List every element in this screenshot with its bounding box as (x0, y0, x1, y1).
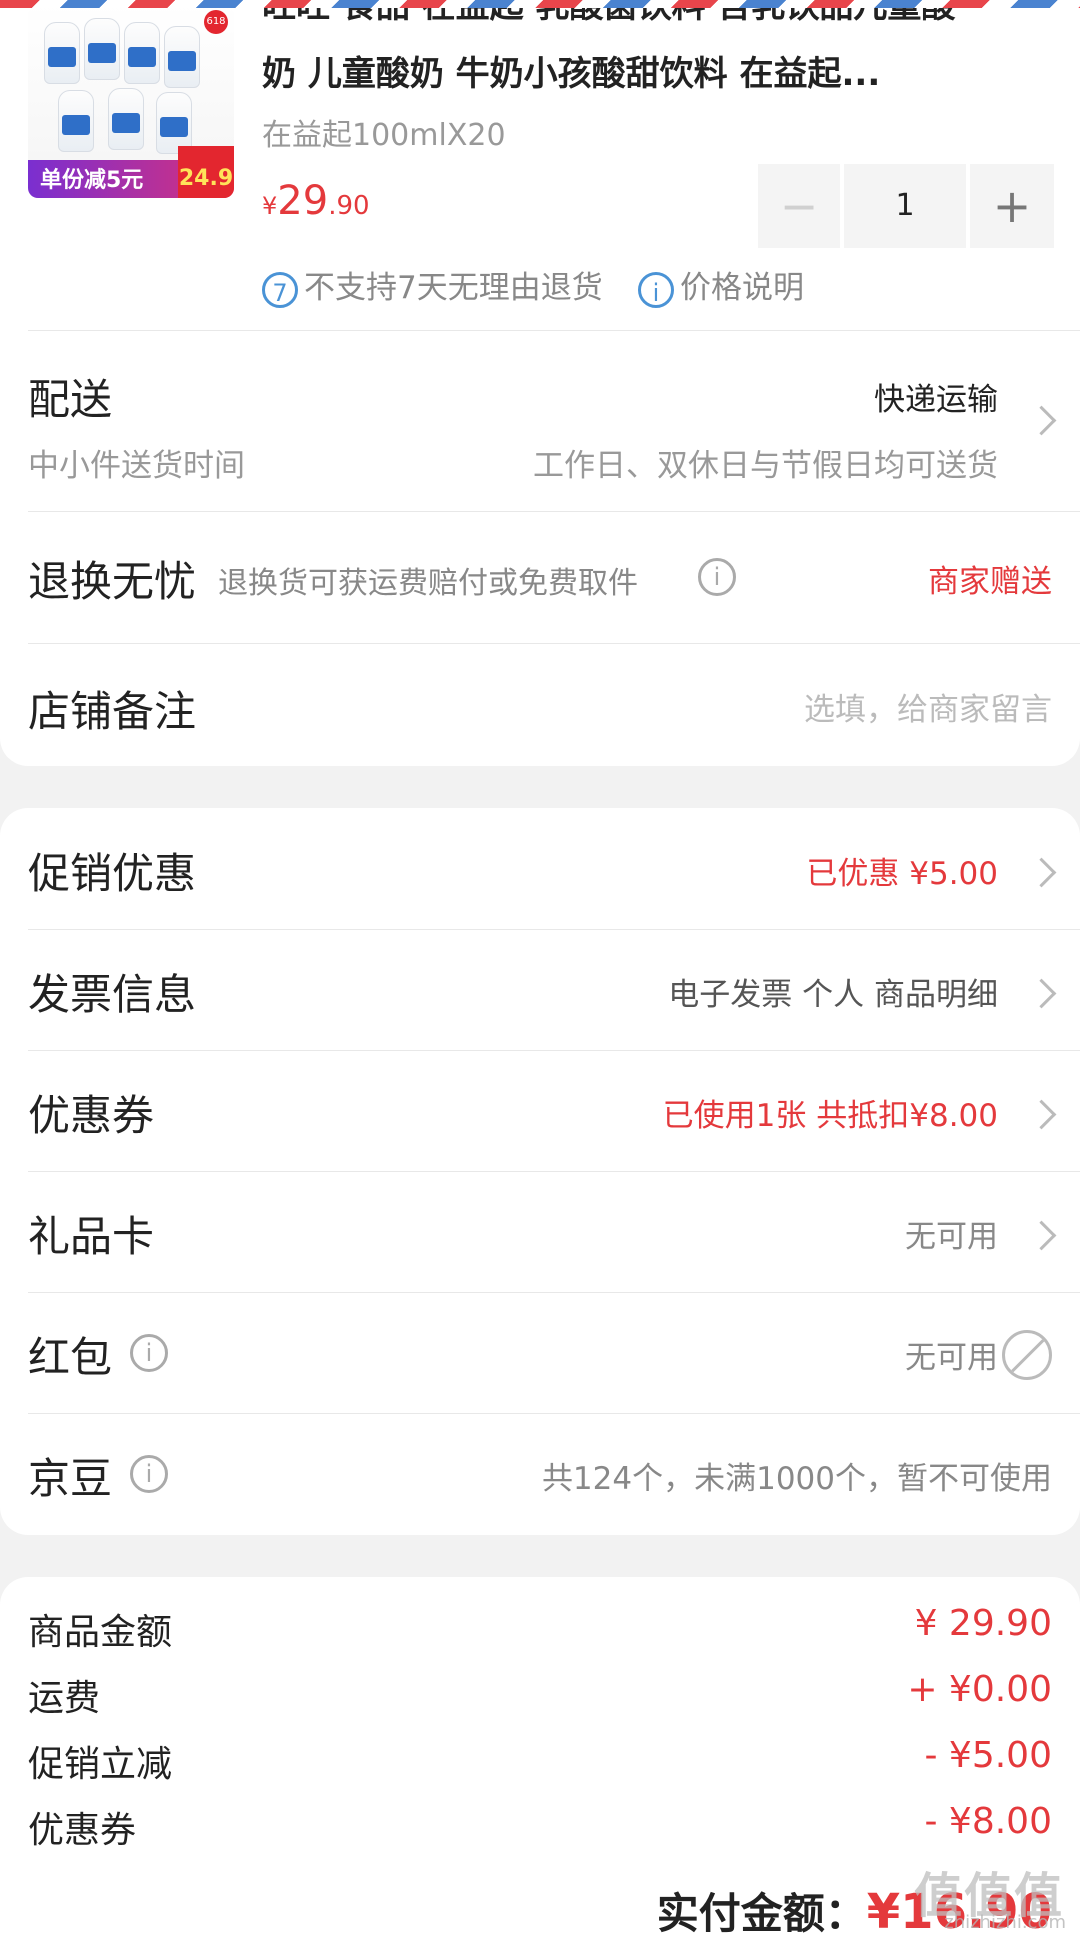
product-title[interactable]: 旺旺 食品 在益起 乳酸菌饮料 含乳饮品儿童酸 奶 儿童酸奶 牛奶小孩酸甜饮料 … (262, 0, 1052, 110)
promotion-value: 已优惠 ¥5.00 (806, 856, 998, 892)
promo-text: 单份减5元 (40, 168, 144, 193)
product-spec: 在益起100mlX20 (262, 118, 506, 153)
coupon-discount-label: 优惠券 (28, 1810, 137, 1851)
coupon-discount-value: - ¥8.00 (924, 1801, 1053, 1842)
increase-button[interactable]: + (970, 164, 1054, 248)
chevron-right-icon (1026, 1099, 1057, 1130)
chevron-right-icon (1026, 857, 1057, 888)
quantity-stepper[interactable]: − 1 + (758, 164, 1054, 248)
freight-label: 运费 (28, 1678, 101, 1719)
divider (28, 1171, 1080, 1172)
options-card: 促销优惠 已优惠 ¥5.00 发票信息 电子发票 个人 商品明细 优惠券 已使用… (0, 808, 1080, 1535)
price-explain-text: 价格说明 (680, 270, 804, 306)
redpacket-label: 红包 (28, 1333, 113, 1382)
total-label: 实付金额： (656, 1889, 867, 1938)
redpacket-value: 无可用 (905, 1340, 998, 1376)
promo-discount-label: 促销立减 (28, 1744, 173, 1785)
divider (28, 330, 1080, 331)
product-title-line2: 奶 儿童酸奶 牛奶小孩酸甜饮料 在益起... (262, 54, 881, 94)
price-explain-link[interactable]: i 价格说明 (638, 268, 804, 308)
divider (28, 511, 1080, 512)
event-badge: 618 (204, 10, 228, 34)
delivery-time-label: 中小件送货时间 (28, 448, 245, 484)
remark-label: 店铺备注 (28, 687, 197, 736)
decrease-button[interactable]: − (758, 164, 840, 248)
divider (28, 1050, 1080, 1051)
coupon-value: 已使用1张 共抵扣¥8.00 (662, 1098, 998, 1134)
giftcard-value: 无可用 (905, 1219, 998, 1255)
info-icon[interactable]: i (130, 1455, 168, 1493)
return-label: 退换无忧 (28, 557, 197, 606)
no-return-text: 不支持7天无理由退货 (304, 270, 603, 306)
chevron-right-icon (1026, 405, 1057, 436)
promotion-label: 促销优惠 (28, 849, 197, 898)
price-integer: 29 (277, 178, 329, 224)
freight-value: + ¥0.00 (907, 1669, 1052, 1710)
divider (28, 1413, 1080, 1414)
coupon-label: 优惠券 (28, 1091, 155, 1140)
promo-discount-value: - ¥5.00 (924, 1735, 1053, 1776)
envelope-stripe (0, 0, 1080, 8)
no-return-notice: 7 不支持7天无理由退货 (262, 268, 603, 308)
delivery-label: 配送 (28, 375, 113, 424)
return-value: 商家赠送 (928, 564, 1052, 600)
divider (28, 929, 1080, 930)
jingdou-value: 共124个，未满1000个，暂不可使用 (541, 1461, 1052, 1497)
info-icon: i (638, 271, 674, 308)
info-icon[interactable]: i (130, 1334, 168, 1372)
promo-price: 24.9 (178, 146, 234, 198)
info-icon[interactable]: i (698, 558, 736, 596)
disabled-icon (1002, 1330, 1052, 1380)
price-decimal: .90 (328, 191, 370, 221)
product-card: 618 单份减5元 24.9 旺旺 食品 在益起 乳酸菌饮料 含乳饮品儿童酸 奶… (0, 0, 1080, 766)
price-currency: ¥ (262, 192, 278, 220)
delivery-method: 快递运输 (874, 382, 998, 418)
divider (28, 643, 1080, 644)
chevron-right-icon (1026, 978, 1057, 1009)
chevron-right-icon (1026, 1220, 1057, 1251)
no-return-icon: 7 (262, 271, 298, 308)
return-desc: 退换货可获运费赔付或免费取件 (218, 566, 638, 601)
invoice-value: 电子发票 个人 商品明细 (668, 977, 998, 1013)
product-price: ¥29.90 (262, 178, 370, 224)
product-image[interactable]: 618 单份减5元 24.9 (28, 4, 234, 198)
giftcard-label: 礼品卡 (28, 1212, 155, 1261)
remark-input[interactable]: 选填，给商家留言 (804, 684, 1052, 729)
divider (28, 1292, 1080, 1293)
invoice-label: 发票信息 (28, 970, 197, 1019)
quantity-value[interactable]: 1 (844, 164, 966, 248)
jingdou-label: 京豆 (28, 1454, 113, 1503)
goods-amount-value: ¥ 29.90 (914, 1603, 1052, 1644)
delivery-time-value: 工作日、双休日与节假日均可送货 (533, 448, 998, 484)
goods-amount-label: 商品金额 (28, 1612, 173, 1653)
watermark-url: zhizhizhi.com (944, 1912, 1066, 1933)
